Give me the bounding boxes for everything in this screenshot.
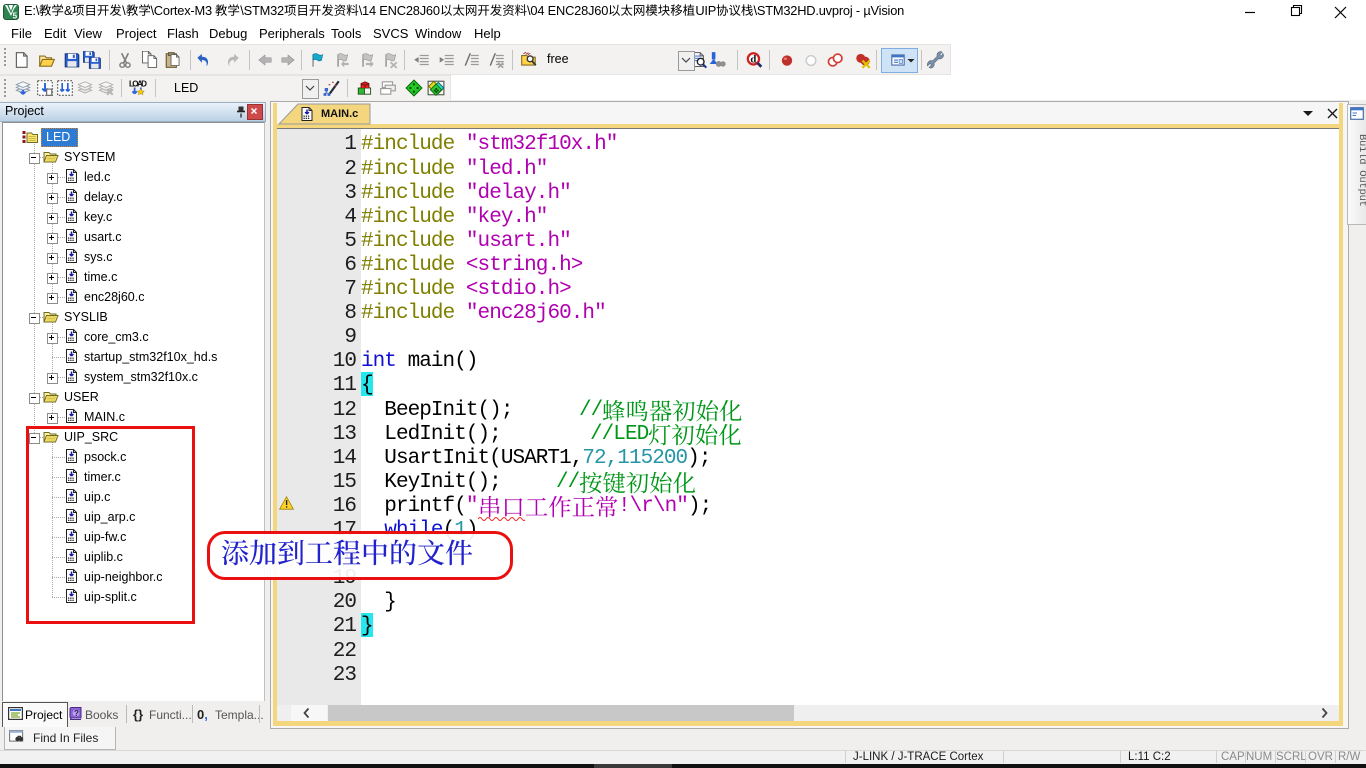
svg-text:d: d — [750, 53, 756, 65]
svg-text:5: 5 — [13, 12, 18, 21]
svg-text:Build Output: Build Output — [1356, 134, 1366, 207]
svg-text:LOAD: LOAD — [129, 79, 147, 88]
svg-text:?: ? — [74, 709, 79, 718]
